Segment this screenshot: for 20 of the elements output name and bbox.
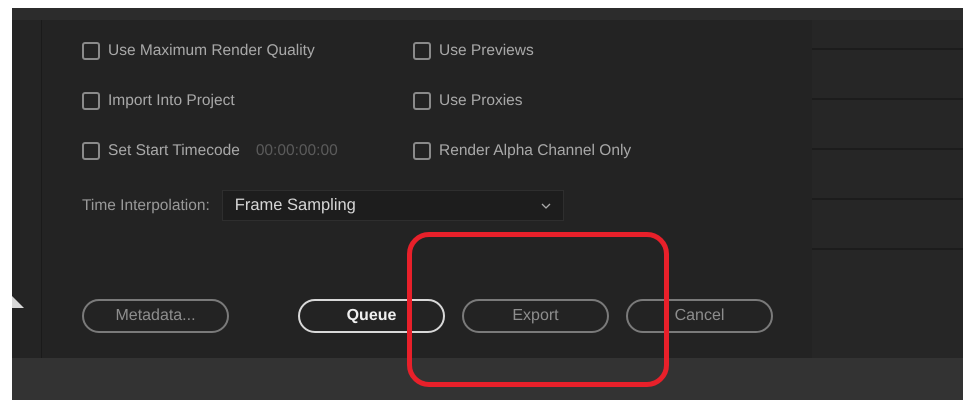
triangle-icon xyxy=(12,294,24,308)
time-interpolation-dropdown[interactable]: Frame Sampling xyxy=(222,190,564,221)
chevron-down-icon xyxy=(540,202,551,208)
metadata-button[interactable]: Metadata... xyxy=(82,299,229,333)
checkbox[interactable] xyxy=(413,142,431,160)
dialog-button[interactable]: Cancel xyxy=(626,299,773,333)
checkbox-label: Set Start Timecode xyxy=(108,142,240,160)
dialog-button[interactable]: Queue xyxy=(298,299,445,333)
checkbox-label: Use Maximum Render Quality xyxy=(108,42,315,60)
time-interpolation-label: Time Interpolation: xyxy=(82,196,210,214)
checkbox-label: Render Alpha Channel Only xyxy=(439,142,632,160)
checkbox-label: Use Previews xyxy=(439,42,534,60)
checkbox[interactable] xyxy=(82,92,100,110)
checkbox[interactable] xyxy=(413,42,431,60)
checkbox-label: Import Into Project xyxy=(108,92,235,110)
dialog-button[interactable]: Export xyxy=(462,299,609,333)
checkbox[interactable] xyxy=(82,42,100,60)
checkbox[interactable] xyxy=(82,142,100,160)
checkbox[interactable] xyxy=(413,92,431,110)
checkbox-label: Use Proxies xyxy=(439,92,523,110)
